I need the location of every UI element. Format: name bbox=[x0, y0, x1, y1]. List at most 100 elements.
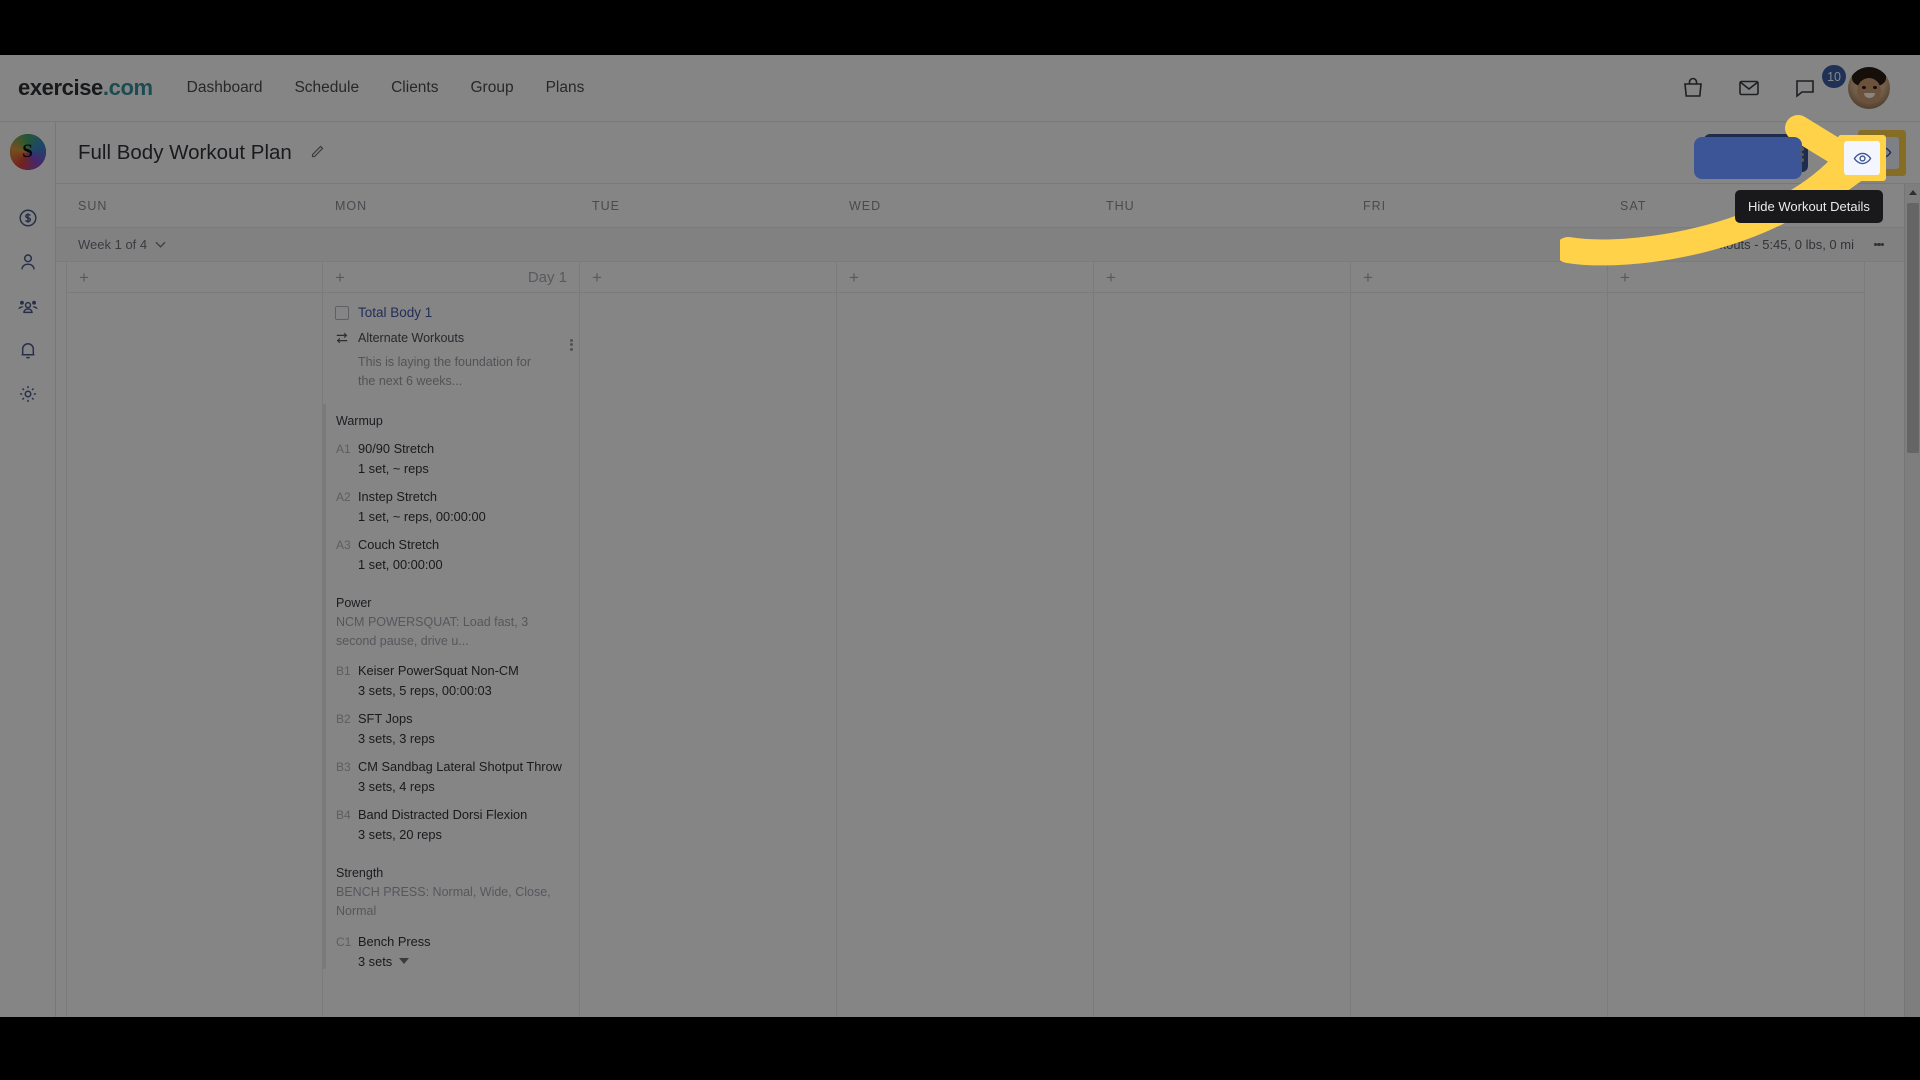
pencil-icon[interactable] bbox=[308, 143, 328, 163]
more-vertical-icon-highlighted[interactable] bbox=[1800, 145, 1804, 164]
workout-calendar: SUN MON TUE WED THU FRI SAT Week 1 of 4 … bbox=[56, 184, 1904, 1017]
nav-item-schedule[interactable]: Schedule bbox=[294, 79, 359, 97]
exercise-row[interactable]: B1 Keiser PowerSquat Non-CM bbox=[326, 650, 579, 678]
chevron-down-icon[interactable] bbox=[399, 958, 410, 965]
exercise-row[interactable]: B4 Band Distracted Dorsi Flexion bbox=[326, 794, 579, 822]
exercise-name: Keiser PowerSquat Non-CM bbox=[358, 663, 519, 679]
add-workout-button[interactable]: + bbox=[1620, 269, 1630, 286]
exercise-row[interactable]: A1 90/90 Stretch bbox=[326, 428, 579, 456]
nav-item-group[interactable]: Group bbox=[471, 79, 514, 97]
add-workout-button[interactable]: + bbox=[1363, 269, 1373, 286]
exercise-name: Couch Stretch bbox=[358, 536, 440, 552]
app-screen: exercise.com Dashboard Schedule Clients … bbox=[0, 55, 1920, 1017]
exercise-row[interactable]: B2 SFT Jops bbox=[326, 698, 579, 726]
exercise-row[interactable]: A3 Couch Stretch bbox=[326, 524, 579, 552]
workout-checkbox[interactable] bbox=[335, 305, 349, 320]
workout-sections: Warmup A1 90/90 Stretch 1 set, ~ reps A2… bbox=[323, 403, 579, 969]
page-header: Full Body Workout Plan bbox=[56, 122, 1920, 184]
chevron-down-icon bbox=[155, 241, 166, 248]
exercise-detail: 3 sets, 3 reps bbox=[358, 731, 435, 747]
exercise-detail: 1 set, ~ reps bbox=[358, 460, 429, 476]
workspace-logo-icon[interactable]: S bbox=[9, 134, 46, 170]
week-label: Week 1 of 4 bbox=[78, 237, 148, 252]
day-column-header: + bbox=[1094, 262, 1350, 293]
sidebar-item-settings[interactable] bbox=[8, 372, 48, 416]
exercise-row[interactable]: A2 Instep Stretch bbox=[326, 476, 579, 504]
week-summary-text: 1 Workouts - 5:45, 0 lbs, 0 mi bbox=[1685, 237, 1854, 252]
sidebar-item-user[interactable] bbox=[8, 240, 48, 284]
exercise-name: Bench Press bbox=[358, 933, 431, 949]
vertical-scrollbar[interactable] bbox=[1904, 184, 1920, 1017]
primary-action-button-highlighted[interactable] bbox=[1694, 137, 1802, 179]
exercise-detail-row: 3 sets bbox=[326, 949, 579, 969]
add-workout-button[interactable]: + bbox=[335, 269, 345, 286]
tooltip: Hide Workout Details bbox=[1735, 190, 1883, 223]
exercise-tag: B1 bbox=[336, 664, 351, 679]
section-note: NCM POWERSQUAT: Load fast, 3 second paus… bbox=[336, 614, 529, 648]
workout-more-icon[interactable] bbox=[570, 337, 573, 353]
scrollbar-thumb[interactable] bbox=[1907, 203, 1919, 453]
exercise-tag: A1 bbox=[336, 441, 351, 456]
section-title: Power bbox=[336, 595, 372, 610]
exercise-name: SFT Jops bbox=[358, 711, 413, 727]
sidebar-item-billing[interactable] bbox=[8, 196, 48, 240]
brand-logo[interactable]: exercise.com bbox=[18, 75, 153, 101]
exercise-tag: A3 bbox=[336, 537, 351, 552]
kebab-dot bbox=[1800, 158, 1804, 162]
letterbox-top-bar bbox=[0, 0, 1920, 55]
eye-icon bbox=[1844, 141, 1880, 175]
week-grid: + + Day 1 Total Body 1 Alternate Workout… bbox=[56, 262, 1904, 1017]
day-column-wed: + bbox=[837, 262, 1094, 1017]
exercise-tag: B4 bbox=[336, 808, 351, 823]
day-column-tue: + bbox=[580, 262, 837, 1017]
section-title: Warmup bbox=[336, 413, 383, 428]
day-column-header: + Day 1 bbox=[323, 262, 579, 293]
kebab-dot bbox=[570, 348, 573, 352]
day-column-header: + bbox=[1608, 262, 1864, 293]
chat-bubble-icon[interactable] bbox=[1792, 75, 1818, 101]
day-header-thu: THU bbox=[1106, 198, 1135, 213]
workout-card[interactable]: Total Body 1 Alternate Workouts This is … bbox=[323, 293, 579, 969]
section-note: BENCH PRESS: Normal, Wide, Close, Normal bbox=[336, 885, 551, 918]
avatar[interactable] bbox=[1848, 67, 1890, 109]
exercise-name: 90/90 Stretch bbox=[358, 440, 435, 456]
avatar-eye-left bbox=[1862, 86, 1866, 89]
week-selector[interactable]: Week 1 of 4 bbox=[66, 237, 166, 252]
week-selector-row: Week 1 of 4 1 Workouts - 5:45, 0 lbs, 0 … bbox=[56, 228, 1904, 262]
workout-name-link[interactable]: Total Body 1 bbox=[358, 305, 432, 320]
exercise-row[interactable]: C1 Bench Press bbox=[326, 921, 579, 949]
exercise-detail: 3 sets, 5 reps, 00:00:03 bbox=[358, 683, 492, 699]
section-title: Strength bbox=[336, 866, 384, 881]
day-column-mon: + Day 1 Total Body 1 Alternate Workouts … bbox=[323, 262, 580, 1017]
day-header-tue: TUE bbox=[592, 198, 620, 213]
add-workout-button[interactable]: + bbox=[849, 269, 859, 286]
scroll-up-arrow-icon[interactable] bbox=[1905, 184, 1920, 201]
kebab-dot bbox=[1800, 152, 1804, 156]
hide-workout-details-button-highlighted[interactable] bbox=[1838, 135, 1886, 181]
nav-item-clients[interactable]: Clients bbox=[391, 79, 438, 97]
nav-item-dashboard[interactable]: Dashboard bbox=[187, 79, 263, 97]
brand-name: exercise bbox=[18, 75, 103, 100]
exercise-detail: 3 sets bbox=[358, 953, 393, 969]
alternate-workouts-row[interactable]: Alternate Workouts bbox=[335, 331, 567, 345]
sidebar-item-notifications[interactable] bbox=[8, 328, 48, 372]
exercise-tag: B2 bbox=[336, 712, 351, 727]
exercise-name: Band Distracted Dorsi Flexion bbox=[358, 807, 528, 823]
exercise-row[interactable]: B3 CM Sandbag Lateral Shotput Throw bbox=[326, 746, 579, 774]
shopping-bag-icon[interactable] bbox=[1680, 75, 1706, 101]
week-more-icon[interactable] bbox=[1868, 228, 1890, 262]
exercise-detail: 3 sets, 4 reps bbox=[358, 779, 435, 795]
day-header-mon: MON bbox=[335, 198, 368, 213]
chat-unread-badge: 10 bbox=[1822, 65, 1846, 88]
sidebar-item-group[interactable] bbox=[8, 284, 48, 328]
add-workout-button[interactable]: + bbox=[592, 269, 602, 286]
workout-section-power: Power NCM POWERSQUAT: Load fast, 3 secon… bbox=[326, 586, 579, 843]
exercise-detail: 1 set, 00:00:00 bbox=[358, 556, 443, 572]
nav-item-plans[interactable]: Plans bbox=[546, 79, 585, 97]
envelope-icon[interactable] bbox=[1736, 75, 1762, 101]
add-workout-button[interactable]: + bbox=[1106, 269, 1116, 286]
exercise-detail: 1 set, ~ reps, 00:00:00 bbox=[358, 508, 486, 524]
add-workout-button[interactable]: + bbox=[79, 269, 89, 286]
day-header-row: SUN MON TUE WED THU FRI SAT bbox=[56, 184, 1904, 228]
alternate-workouts-label: Alternate Workouts bbox=[358, 331, 465, 345]
